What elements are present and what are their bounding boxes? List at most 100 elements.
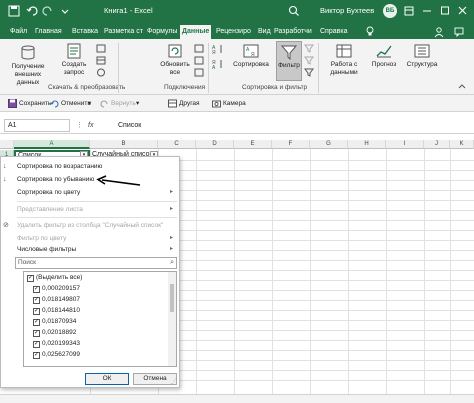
menu-item-number-filters[interactable]: Числовые фильтры ▸ <box>1 243 179 256</box>
column-header-f[interactable]: F <box>272 140 310 149</box>
qat-dropdown-icon[interactable]: ▾ <box>136 97 139 110</box>
menu-item-sort-by-color[interactable]: Сортировка по цвету ▸ <box>1 186 179 199</box>
maximize-icon[interactable] <box>440 0 450 22</box>
create-query-button[interactable]: Создать запрос <box>54 43 94 77</box>
checkbox[interactable]: ✓ <box>33 340 40 348</box>
column-header-j[interactable]: J <box>424 140 450 149</box>
list-item[interactable]: ✓ 0,025627099 <box>33 350 80 360</box>
comments-icon[interactable] <box>452 25 466 39</box>
column-header-c[interactable]: C <box>158 140 196 149</box>
column-header-h[interactable]: H <box>348 140 386 149</box>
formula-input[interactable]: Список <box>118 119 141 132</box>
checkbox[interactable]: ✓ <box>33 318 40 326</box>
formula-options-icon[interactable]: ⋮ <box>76 119 83 132</box>
filter-search-input[interactable]: Поиск ⌕ <box>15 257 177 269</box>
checkbox[interactable]: ✓ <box>33 329 40 337</box>
tab-insert[interactable]: Вставка <box>70 25 100 39</box>
column-header-e[interactable]: E <box>234 140 272 149</box>
list-item[interactable]: ✓ 0,020199343 <box>33 339 80 349</box>
tab-home[interactable]: Главная <box>33 25 64 39</box>
tab-view[interactable]: Вид <box>256 25 273 39</box>
list-item[interactable]: ✓ 0,000209157 <box>33 284 80 294</box>
ok-button[interactable]: ОК <box>85 373 129 385</box>
qat-camera-button[interactable]: Камера <box>212 97 246 110</box>
connections-small-icon-3[interactable] <box>194 68 204 77</box>
close-icon[interactable] <box>458 0 468 22</box>
list-item-label: 0,000209157 <box>42 285 80 292</box>
column-header-k[interactable]: K <box>450 140 474 149</box>
avatar[interactable]: ВБ <box>383 4 397 18</box>
filter-value-list[interactable]: ✓ (Выделить все) ✓ 0,000209157 ✓ 0,01814… <box>23 271 177 367</box>
select-all-corner[interactable] <box>0 140 14 149</box>
excel-save-icon[interactable] <box>8 0 20 22</box>
list-scrollbar[interactable] <box>168 272 176 366</box>
qat-save-button[interactable]: Сохранить <box>8 97 51 110</box>
name-box[interactable]: A1 <box>4 119 70 132</box>
scrollbar-thumb[interactable] <box>170 284 174 312</box>
column-header-a[interactable]: A <box>14 140 90 149</box>
checkbox[interactable]: ✓ <box>33 285 40 293</box>
list-item[interactable]: ✓ (Выделить все) <box>27 273 82 283</box>
checkbox[interactable]: ✓ <box>33 296 40 304</box>
gridline <box>348 149 349 395</box>
data-tools-button[interactable]: Работа с данными <box>324 43 364 77</box>
refresh-all-button[interactable]: Обновить все <box>160 43 190 77</box>
list-item[interactable]: ✓ 0,018149807 <box>33 295 80 305</box>
column-header-b[interactable]: B <box>90 140 158 149</box>
submenu-arrow-icon: ▸ <box>169 189 173 195</box>
data-tools-icon <box>335 43 353 59</box>
tab-file[interactable]: Файл <box>8 25 29 39</box>
structure-button[interactable]: Структура <box>402 43 442 69</box>
list-item[interactable]: ✓ 0,02018892 <box>33 328 76 338</box>
qat-other-label: Другая <box>179 100 200 107</box>
checkbox[interactable]: ✓ <box>33 351 40 359</box>
group-connections-label: Подключения <box>164 84 206 91</box>
list-item[interactable]: ✓ 0,018144810 <box>33 306 80 316</box>
tab-developer[interactable]: Разработчи <box>272 25 314 39</box>
get-external-data-button[interactable]: Получение внешних данных <box>6 45 50 87</box>
share-icon[interactable] <box>432 25 446 39</box>
minimize-icon[interactable] <box>422 0 432 22</box>
tab-page-layout[interactable]: Разметка ст <box>102 25 145 39</box>
resize-grip-icon[interactable]: ⋰ <box>171 378 177 385</box>
column-header-g[interactable]: G <box>310 140 348 149</box>
query-icon <box>65 43 83 59</box>
user-name[interactable]: Виктор Бухтеев <box>320 0 374 22</box>
qat-other-button[interactable]: Другая <box>168 97 200 110</box>
qat-undo-button[interactable]: Отменить <box>50 97 91 110</box>
create-query-label: Создать запрос <box>61 61 87 76</box>
undo-icon[interactable] <box>26 0 38 22</box>
connections-small-icon-1[interactable] <box>194 44 204 53</box>
menu-item-sort-descending[interactable]: ↓ Сортировка по убыванию <box>1 173 179 186</box>
ribbon-tabs: Файл Главная Вставка Разметка ст Формулы… <box>0 22 474 39</box>
ribbon-display-options-icon[interactable] <box>404 0 414 22</box>
tab-formulas[interactable]: Формулы <box>145 25 179 39</box>
connections-small-icon-2[interactable] <box>194 56 204 65</box>
customize-qat-icon[interactable] <box>60 0 70 22</box>
sort-za-button[interactable]: ЯA <box>212 59 224 69</box>
search-icon[interactable] <box>288 0 300 22</box>
structure-label: Структура <box>406 61 438 68</box>
forecast-button[interactable]: Прогноз <box>368 43 400 69</box>
qat-dropdown-icon[interactable]: ▾ <box>88 97 91 110</box>
advanced-filter-icon[interactable] <box>304 68 314 77</box>
list-item-label: 0,02018892 <box>42 329 77 336</box>
checkbox[interactable]: ✓ <box>27 274 34 282</box>
list-item[interactable]: ✓ 0,01870934 <box>33 317 76 327</box>
insert-function-button[interactable]: fx <box>88 119 93 132</box>
checkbox[interactable]: ✓ <box>33 307 40 315</box>
collapse-ribbon-icon[interactable] <box>458 83 466 89</box>
column-header-i[interactable]: I <box>386 140 424 149</box>
filter-button[interactable]: Фильтр <box>276 41 302 81</box>
tab-review[interactable]: Рецензиро <box>214 25 253 39</box>
ribbon-small-icon-3[interactable] <box>96 68 106 77</box>
tab-data[interactable]: Данные <box>180 25 212 39</box>
lightbulb-icon[interactable] <box>364 25 376 39</box>
ribbon-small-icon-2[interactable] <box>96 56 106 65</box>
menu-item-sort-ascending[interactable]: ↓ Сортировка по возрастанию <box>1 160 179 173</box>
tab-help[interactable]: Справка <box>318 25 349 39</box>
column-header-d[interactable]: D <box>196 140 234 149</box>
sort-button[interactable]: AЯ Сортировка <box>230 43 272 69</box>
sort-az-button[interactable]: AЯ <box>212 44 224 54</box>
ribbon-small-icon-1[interactable] <box>96 44 106 53</box>
